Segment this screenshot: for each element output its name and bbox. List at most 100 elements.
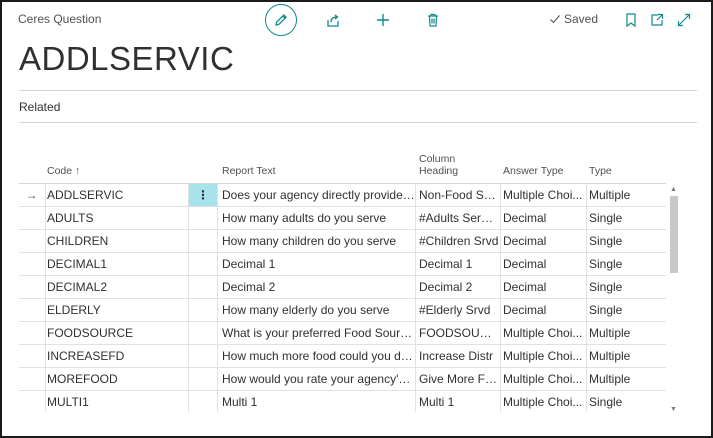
vertical-scrollbar[interactable]: ▲ ▼ [668, 184, 680, 418]
header-column-heading[interactable]: Column Heading [419, 153, 458, 177]
related-menu[interactable]: Related [19, 100, 60, 114]
cell-column-heading[interactable]: #Elderly Srvd [419, 299, 499, 321]
cell-answer-type[interactable]: Decimal [503, 253, 585, 275]
cell-type[interactable]: Single [589, 253, 664, 275]
cell-type[interactable]: Multiple [589, 368, 664, 390]
scrollbar-thumb[interactable] [670, 196, 678, 273]
cell-type[interactable]: Single [589, 391, 664, 412]
cell-code[interactable]: DECIMAL1 [47, 253, 187, 275]
cell-divider [217, 276, 218, 298]
cell-divider [415, 391, 416, 412]
row-actions-menu-icon[interactable]: ⋮ [189, 184, 217, 206]
cell-type[interactable]: Single [589, 207, 664, 229]
cell-answer-type[interactable]: Multiple Choi... [503, 345, 585, 367]
cell-report-text[interactable]: How many children do you serve [222, 230, 415, 252]
cell-answer-type[interactable]: Multiple Choi... [503, 391, 585, 412]
table-row[interactable]: ELDERLY How many elderly do you serve #Eld… [19, 299, 666, 322]
cell-column-heading[interactable]: Multi 1 [419, 391, 499, 412]
cell-code[interactable]: MULTI1 [47, 391, 187, 412]
cell-code[interactable]: ADDLSERVIC [47, 184, 187, 206]
table-row[interactable]: INCREASEFD How much more food could you d… [19, 345, 666, 368]
cell-divider [500, 184, 501, 206]
header-code[interactable]: Code ↑ [47, 165, 80, 177]
cell-report-text[interactable]: How would you rate your agency's ... [222, 368, 415, 390]
cell-type[interactable]: Multiple [589, 184, 664, 206]
cell-code[interactable]: ADULTS [47, 207, 187, 229]
cell-column-heading[interactable]: FOODSOURCE [419, 322, 499, 344]
cell-divider [45, 322, 46, 344]
cell-answer-type[interactable]: Decimal [503, 230, 585, 252]
table-row[interactable]: DECIMAL2 Decimal 2 Decimal 2 Decimal Single [19, 276, 666, 299]
cell-column-heading[interactable]: Non-Food Svcs [419, 184, 499, 206]
cell-column-heading[interactable]: #Children Srvd [419, 230, 499, 252]
cell-type[interactable]: Single [589, 230, 664, 252]
table-row[interactable]: DECIMAL1 Decimal 1 Decimal 1 Decimal Single [19, 253, 666, 276]
delete-button[interactable] [424, 11, 442, 29]
header-column-heading-line1: Column [419, 153, 456, 165]
cell-answer-type[interactable]: Multiple Choi... [503, 322, 585, 344]
cell-divider [217, 345, 218, 367]
table-row[interactable]: → ADDLSERVIC ⋮ Does your agency directly pr… [19, 184, 666, 207]
cell-divider [188, 253, 189, 275]
table-row[interactable]: MOREFOOD How would you rate your agency's… [19, 368, 666, 391]
cell-divider [188, 207, 189, 229]
cell-divider [188, 345, 189, 367]
expand-button[interactable] [675, 11, 693, 29]
cell-report-text[interactable]: Does your agency directly provide o... [222, 184, 415, 206]
share-button[interactable] [324, 11, 342, 29]
table-row[interactable]: MULTI1 Multi 1 Multi 1 Multiple Choi... Sing… [19, 391, 666, 412]
cell-code[interactable]: MOREFOOD [47, 368, 187, 390]
cell-divider [415, 276, 416, 298]
cell-code[interactable]: CHILDREN [47, 230, 187, 252]
cell-column-heading[interactable]: Decimal 2 [419, 276, 499, 298]
table-row[interactable]: ADULTS How many adults do you serve #Adult… [19, 207, 666, 230]
edit-icon [275, 14, 287, 26]
cell-report-text[interactable]: What is your preferred Food Source? [222, 322, 415, 344]
cell-divider [217, 207, 218, 229]
cell-divider [586, 391, 587, 412]
cell-column-heading[interactable]: Increase Distr [419, 345, 499, 367]
header-report-text[interactable]: Report Text [222, 165, 276, 177]
cell-divider [415, 345, 416, 367]
edit-button[interactable] [265, 4, 297, 36]
cell-report-text[interactable]: How many adults do you serve [222, 207, 415, 229]
open-new-window-button[interactable] [648, 11, 666, 29]
cell-report-text[interactable]: How many elderly do you serve [222, 299, 415, 321]
new-button[interactable] [374, 11, 392, 29]
cell-answer-type[interactable]: Decimal [503, 299, 585, 321]
cell-report-text[interactable]: Decimal 2 [222, 276, 415, 298]
header-type[interactable]: Type [589, 165, 612, 177]
cell-report-text[interactable]: Decimal 1 [222, 253, 415, 275]
cell-type[interactable]: Single [589, 276, 664, 298]
cell-divider [500, 276, 501, 298]
cell-code[interactable]: DECIMAL2 [47, 276, 187, 298]
cell-divider [586, 184, 587, 206]
scroll-down-icon[interactable]: ▼ [670, 406, 677, 413]
header-answer-type[interactable]: Answer Type [503, 165, 564, 177]
page-caption: Ceres Question [18, 12, 102, 26]
cell-report-text[interactable]: How much more food could you dis... [222, 345, 415, 367]
cell-column-heading[interactable]: Give More Fo... [419, 368, 499, 390]
header-column-heading-line2: Heading [419, 165, 459, 177]
cell-type[interactable]: Multiple [589, 345, 664, 367]
table-row[interactable]: FOODSOURCE What is your preferred Food So… [19, 322, 666, 345]
scroll-up-icon[interactable]: ▲ [670, 186, 677, 193]
cell-divider [45, 184, 46, 206]
cell-answer-type[interactable]: Decimal [503, 207, 585, 229]
cell-answer-type[interactable]: Multiple Choi... [503, 184, 585, 206]
cell-type[interactable]: Multiple [589, 322, 664, 344]
cell-report-text[interactable]: Multi 1 [222, 391, 415, 412]
trash-icon [428, 13, 438, 27]
cell-code[interactable]: ELDERLY [47, 299, 187, 321]
cell-answer-type[interactable]: Decimal [503, 276, 585, 298]
cell-column-heading[interactable]: #Adults Served [419, 207, 499, 229]
cell-column-heading[interactable]: Decimal 1 [419, 253, 499, 275]
cell-divider [188, 368, 189, 390]
cell-divider [500, 299, 501, 321]
cell-type[interactable]: Single [589, 299, 664, 321]
table-row[interactable]: CHILDREN How many children do you serve #C… [19, 230, 666, 253]
cell-code[interactable]: FOODSOURCE [47, 322, 187, 344]
cell-answer-type[interactable]: Multiple Choi... [503, 368, 585, 390]
cell-code[interactable]: INCREASEFD [47, 345, 187, 367]
bookmark-button[interactable] [623, 11, 639, 29]
